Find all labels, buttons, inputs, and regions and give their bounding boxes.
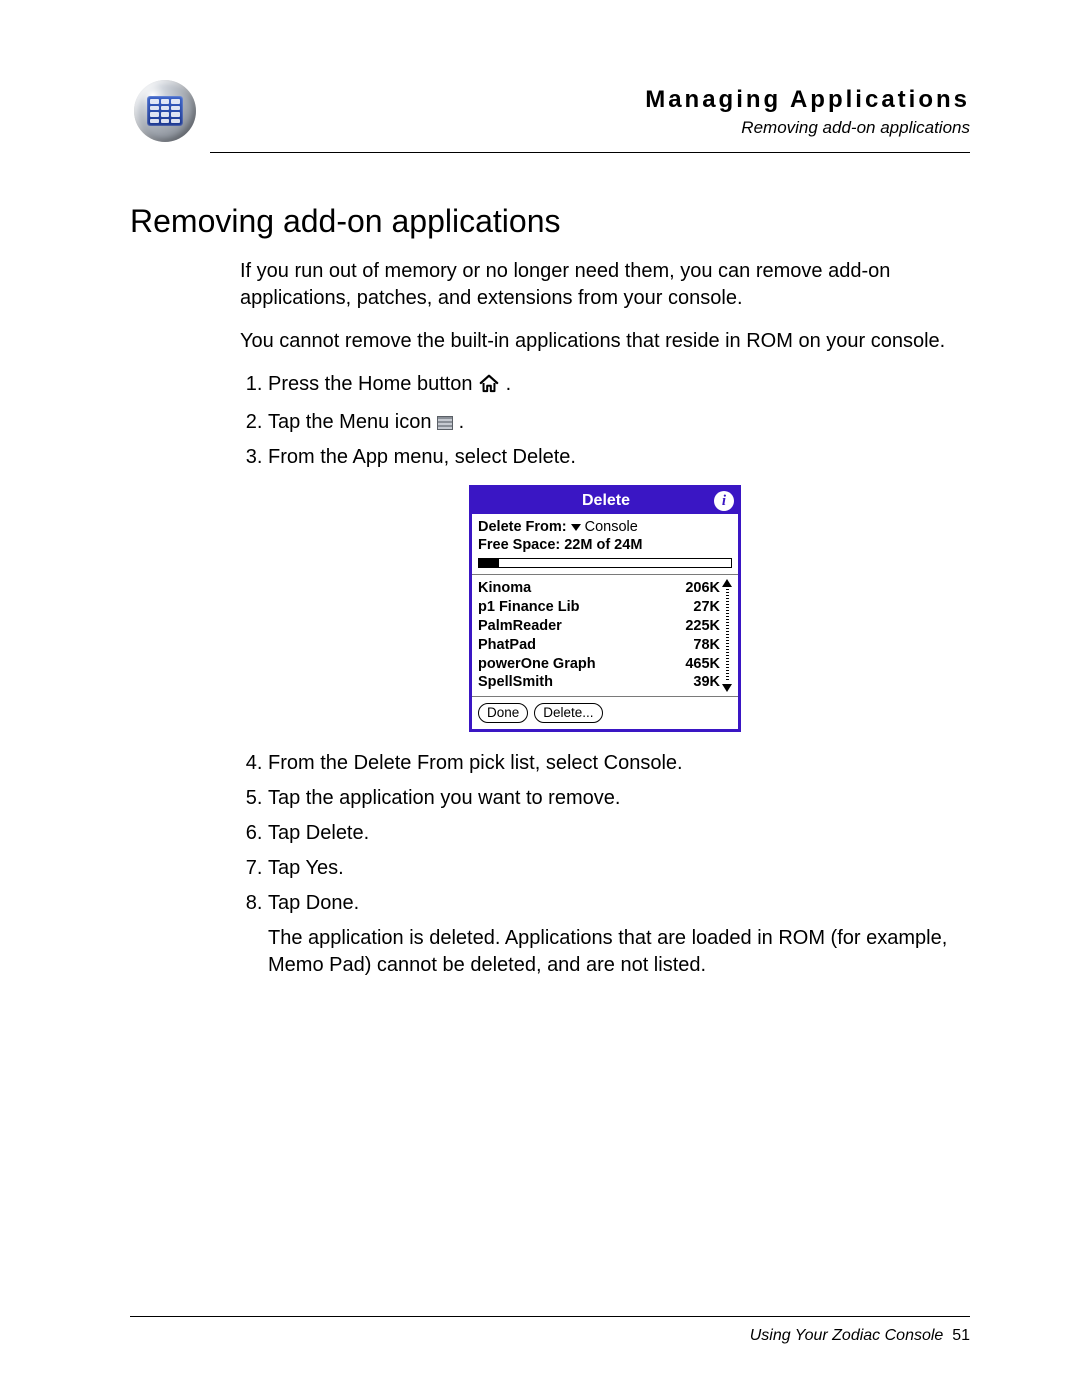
- menu-icon: [437, 416, 453, 430]
- app-list-item[interactable]: p1 Finance Lib 27K: [478, 598, 720, 617]
- app-list-item[interactable]: PhatPad 78K: [478, 636, 720, 655]
- free-space-label: Free Space: 22M of 24M: [478, 536, 732, 554]
- chapter-icon: [130, 80, 200, 142]
- delete-from-label: Delete From:: [478, 518, 567, 536]
- chapter-subtitle: Removing add-on applications: [200, 118, 970, 138]
- home-icon: [478, 373, 500, 401]
- step-8: Tap Done.: [268, 890, 970, 917]
- delete-dialog-title: Delete: [498, 490, 714, 512]
- app-list-item[interactable]: PalmReader 225K: [478, 617, 720, 636]
- page-header: Managing Applications Removing add-on ap…: [130, 80, 970, 148]
- footer-divider: [130, 1316, 970, 1317]
- app-size: 465K: [685, 655, 720, 674]
- page: Managing Applications Removing add-on ap…: [0, 0, 1080, 1397]
- footer-book-title: Using Your Zodiac Console: [750, 1327, 944, 1344]
- free-space-bar: [478, 558, 732, 568]
- delete-from-value[interactable]: Console: [585, 518, 638, 536]
- step-6: Tap Delete.: [268, 820, 970, 847]
- scroll-track[interactable]: [726, 589, 729, 682]
- step-4: From the Delete From pick list, select C…: [268, 750, 970, 777]
- steps-list-continued: From the Delete From pick list, select C…: [240, 750, 970, 917]
- step-1-text-after: .: [506, 373, 512, 395]
- scroll-down-icon[interactable]: [722, 684, 732, 692]
- app-size: 78K: [693, 636, 720, 655]
- body: If you run out of memory or no longer ne…: [240, 258, 970, 979]
- steps-list: Press the Home button . Tap the Menu ico…: [240, 371, 970, 471]
- delete-dialog: Delete i Delete From: Console Free Space…: [469, 485, 741, 732]
- app-name: PhatPad: [478, 636, 536, 655]
- free-space-fill: [479, 559, 499, 567]
- delete-dialog-titlebar: Delete i: [472, 488, 738, 514]
- scroll-up-icon[interactable]: [722, 579, 732, 587]
- section-title: Removing add-on applications: [130, 203, 970, 240]
- app-name: p1 Finance Lib: [478, 598, 580, 617]
- chapter-title: Managing Applications: [200, 86, 970, 114]
- delete-from-row: Delete From: Console: [478, 518, 732, 536]
- header-divider: [210, 152, 970, 153]
- app-list[interactable]: Kinoma 206K p1 Finance Lib 27K PalmReade…: [478, 579, 720, 692]
- app-size: 225K: [685, 617, 720, 636]
- steps-outro: The application is deleted. Applications…: [268, 925, 970, 979]
- app-name: Kinoma: [478, 579, 531, 598]
- scrollbar[interactable]: [722, 579, 732, 692]
- step-1: Press the Home button .: [268, 371, 970, 401]
- step-3: From the App menu, select Delete.: [268, 444, 970, 471]
- app-list-item[interactable]: SpellSmith 39K: [478, 673, 720, 692]
- app-list-item[interactable]: Kinoma 206K: [478, 579, 720, 598]
- app-name: SpellSmith: [478, 673, 553, 692]
- page-number: 51: [952, 1327, 970, 1344]
- app-size: 27K: [693, 598, 720, 617]
- info-icon[interactable]: i: [714, 491, 734, 511]
- step-2-text-before: Tap the Menu icon: [268, 411, 437, 433]
- footer: Using Your Zodiac Console 51: [750, 1327, 970, 1345]
- step-1-text-before: Press the Home button: [268, 373, 478, 395]
- step-7: Tap Yes.: [268, 855, 970, 882]
- dropdown-arrow-icon[interactable]: [571, 524, 581, 531]
- step-5: Tap the application you want to remove.: [268, 785, 970, 812]
- intro-paragraph-1: If you run out of memory or no longer ne…: [240, 258, 970, 312]
- app-size: 206K: [685, 579, 720, 598]
- app-size: 39K: [693, 673, 720, 692]
- done-button[interactable]: Done: [478, 703, 528, 723]
- app-name: powerOne Graph: [478, 655, 596, 674]
- delete-button[interactable]: Delete...: [534, 703, 602, 723]
- step-2-text-after: .: [459, 411, 465, 433]
- app-name: PalmReader: [478, 617, 562, 636]
- step-2: Tap the Menu icon .: [268, 409, 970, 436]
- intro-paragraph-2: You cannot remove the built-in applicati…: [240, 328, 970, 355]
- app-list-item[interactable]: powerOne Graph 465K: [478, 655, 720, 674]
